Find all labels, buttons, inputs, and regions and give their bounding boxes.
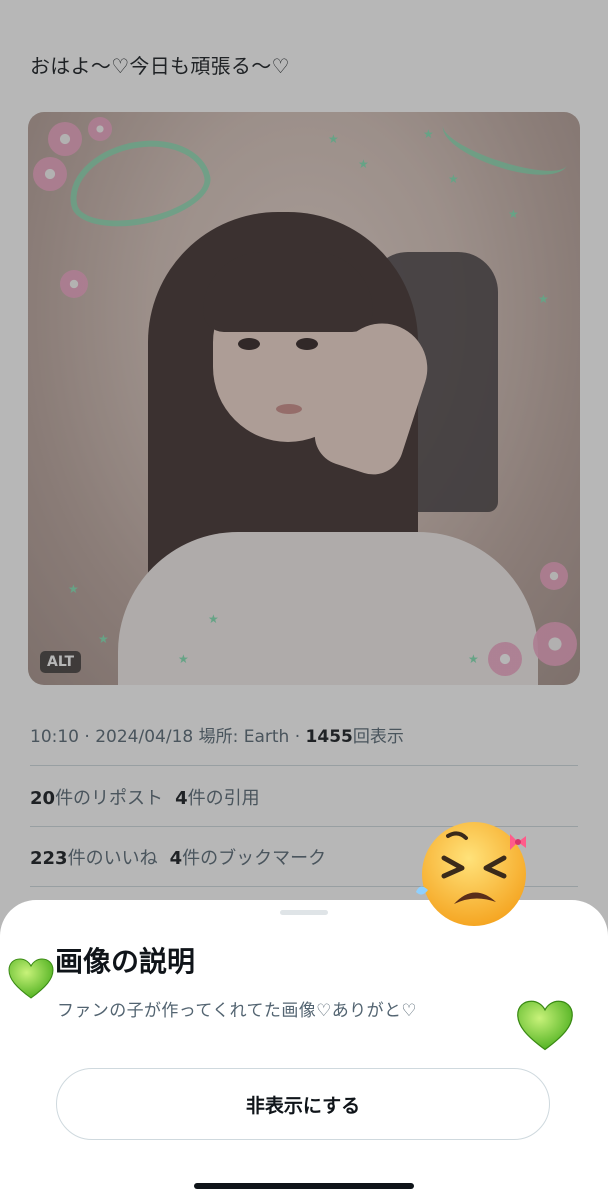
image-description-text: ファンの子が作ってくれてた画像♡ありがと♡	[57, 1001, 418, 1021]
sheet-title: 画像の説明	[55, 945, 196, 978]
hide-button[interactable]: 非表示にする	[56, 1068, 550, 1140]
sheet-drag-handle[interactable]	[280, 910, 328, 915]
home-indicator	[194, 1183, 414, 1189]
green-heart-icon	[517, 1000, 573, 1051]
exhausted-face-emoji-icon	[416, 822, 526, 926]
green-heart-icon	[8, 958, 54, 999]
